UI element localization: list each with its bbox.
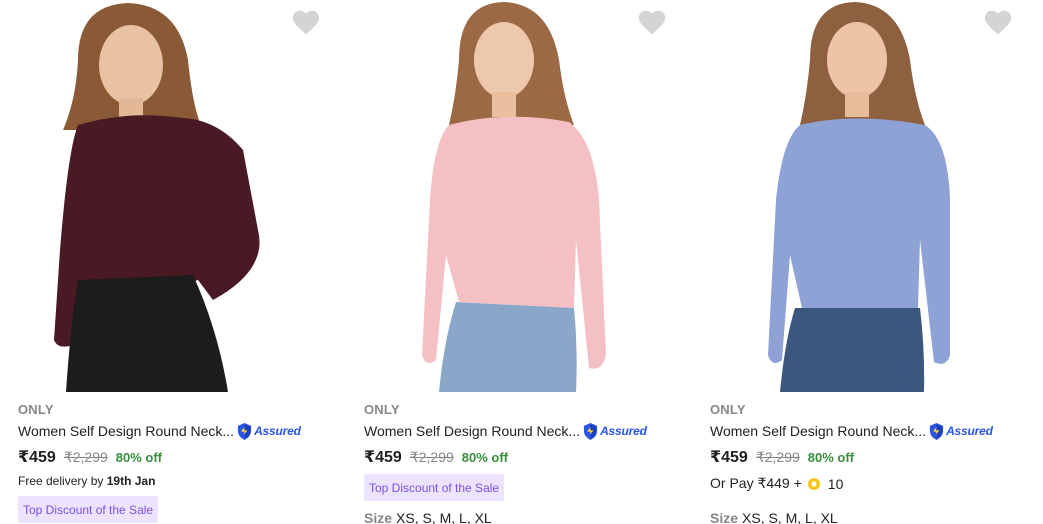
product-photo-pink-sweater — [422, 2, 606, 392]
assured-badge: Assured — [582, 422, 647, 441]
product-title[interactable]: Women Self Design Round Neck... — [18, 423, 234, 439]
assured-badge: Assured — [928, 422, 993, 441]
brand-name: ONLY — [18, 402, 54, 417]
discount-percent: 80% off — [461, 450, 509, 465]
size-options: Size XS, S, M, L, XL — [710, 510, 838, 524]
product-photo-blue-sweater — [768, 2, 950, 392]
shield-icon — [583, 422, 598, 440]
delivery-info: Free delivery by 19th Jan — [18, 474, 156, 488]
product-card[interactable]: ONLY Women Self Design Round Neck... Ass… — [364, 0, 694, 524]
wishlist-heart-icon[interactable] — [291, 8, 321, 36]
coin-payment-option: Or Pay ₹449 + 10 — [710, 475, 844, 492]
wishlist-heart-icon[interactable] — [637, 8, 667, 36]
product-image[interactable] — [710, 0, 1020, 392]
discount-percent: 80% off — [807, 450, 855, 465]
product-card[interactable]: ONLY Women Self Design Round Neck... Ass… — [710, 0, 1040, 524]
product-card[interactable]: ONLY Women Self Design Round Neck... Ass… — [18, 0, 348, 524]
product-title[interactable]: Women Self Design Round Neck... — [710, 423, 926, 439]
offer-tag: Top Discount of the Sale — [18, 496, 159, 523]
original-price: ₹2,299 — [409, 449, 454, 465]
shield-icon — [237, 422, 252, 440]
discount-percent: 80% off — [115, 450, 163, 465]
price: ₹459 — [18, 449, 56, 466]
wishlist-heart-icon[interactable] — [983, 8, 1013, 36]
assured-badge: Assured — [236, 422, 301, 441]
offer-tag: Top Discount of the Sale — [364, 474, 505, 501]
original-price: ₹2,299 — [755, 449, 800, 465]
product-photo-maroon-sweater — [54, 3, 260, 392]
product-image[interactable] — [18, 0, 328, 392]
shield-icon — [929, 422, 944, 440]
size-options: Size XS, S, M, L, XL — [364, 510, 492, 524]
product-title[interactable]: Women Self Design Round Neck... — [364, 423, 580, 439]
price: ₹459 — [364, 449, 402, 466]
price: ₹459 — [710, 449, 748, 466]
original-price: ₹2,299 — [63, 449, 108, 465]
brand-name: ONLY — [364, 402, 400, 417]
product-image[interactable] — [364, 0, 674, 392]
supercoin-icon — [807, 477, 820, 490]
brand-name: ONLY — [710, 402, 746, 417]
